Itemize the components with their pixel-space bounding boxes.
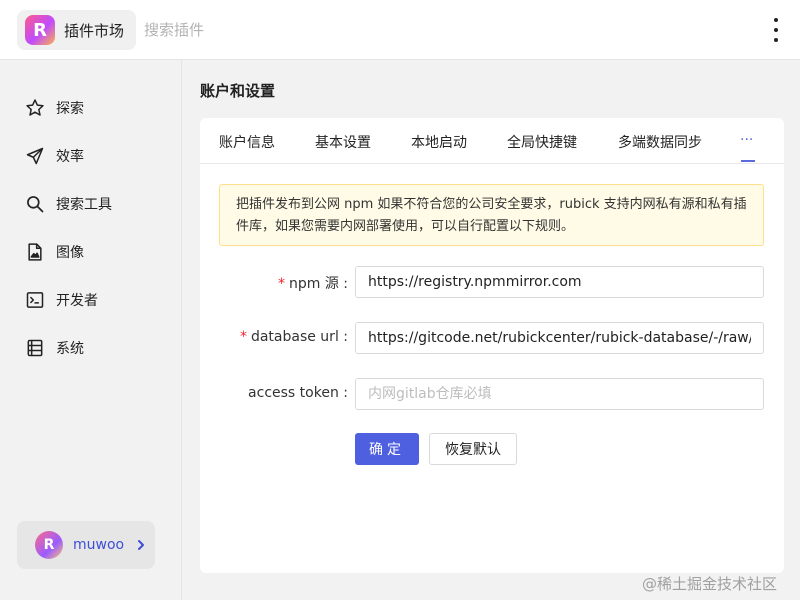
tab-more[interactable]: ··· (740, 132, 753, 148)
image-file-icon (28, 243, 42, 261)
chevron-right-icon (138, 540, 145, 550)
npm-source-label-text: npm 源 : (288, 276, 348, 292)
username: muwoo (73, 537, 125, 553)
tab-local-launch[interactable]: 本地启动 (411, 132, 467, 152)
sidebar: 探索 效率 搜索工具 图像 开发者 系统 R muwoo (0, 60, 182, 600)
npm-source-input[interactable] (355, 266, 764, 298)
system-icon (27, 339, 43, 357)
tab-multi-device-sync[interactable]: 多端数据同步 (618, 132, 702, 152)
sidebar-item-efficiency[interactable]: 效率 (25, 143, 84, 169)
send-icon (26, 147, 44, 165)
plugin-market-button[interactable]: R 插件市场 (17, 10, 136, 50)
search-icon (27, 196, 44, 213)
reset-default-button[interactable]: 恢复默认 (429, 433, 517, 465)
user-profile-button[interactable]: R muwoo (17, 521, 155, 569)
top-bar: R 插件市场 (0, 0, 800, 60)
page-title: 账户和设置 (200, 82, 276, 100)
database-url-label-text: database url : (250, 329, 348, 345)
sidebar-item-label: 效率 (56, 149, 84, 165)
npm-source-label: * npm 源 : (200, 273, 348, 293)
sidebar-item-developer[interactable]: 开发者 (25, 287, 98, 313)
access-token-label: access token : (248, 385, 348, 401)
rubick-logo-icon: R (25, 15, 55, 45)
sidebar-item-images[interactable]: 图像 (25, 239, 84, 265)
access-token-input[interactable] (355, 378, 764, 410)
sidebar-item-label: 图像 (56, 245, 84, 261)
watermark: @稀土掘金技术社区 (642, 575, 778, 593)
star-icon (26, 99, 44, 116)
sidebar-item-label: 搜索工具 (56, 197, 112, 213)
sidebar-item-label: 探索 (56, 101, 84, 117)
database-url-input[interactable] (355, 322, 764, 354)
settings-panel: 账户信息 基本设置 本地启动 全局快捷键 多端数据同步 ··· 把插件发布到公网… (200, 118, 784, 573)
sidebar-item-explore[interactable]: 探索 (25, 95, 84, 121)
plugin-search-input[interactable] (144, 16, 604, 44)
notice-alert: 把插件发布到公网 npm 如果不符合您的公司安全要求，rubick 支持内网私有… (219, 184, 764, 246)
sidebar-item-search-tools[interactable]: 搜索工具 (25, 191, 112, 217)
tab-global-shortcuts[interactable]: 全局快捷键 (507, 132, 577, 152)
avatar: R (35, 531, 63, 559)
app-window: R 插件市场 探索 效率 搜索工具 (0, 0, 800, 600)
more-menu-icon[interactable] (766, 18, 786, 42)
app-title: 插件市场 (64, 21, 125, 40)
database-url-label: * database url : (200, 329, 348, 345)
sidebar-item-label: 系统 (56, 341, 84, 357)
active-tab-indicator (741, 160, 755, 162)
required-mark: * (277, 276, 285, 292)
confirm-button[interactable]: 确定 (355, 433, 419, 465)
tab-account-info[interactable]: 账户信息 (219, 132, 275, 152)
sidebar-item-label: 开发者 (56, 293, 98, 309)
tab-basic-settings[interactable]: 基本设置 (315, 132, 371, 152)
required-mark: * (239, 329, 247, 345)
settings-tabs: 账户信息 基本设置 本地启动 全局快捷键 多端数据同步 ··· (200, 118, 784, 164)
terminal-icon (26, 292, 44, 308)
sidebar-item-system[interactable]: 系统 (25, 335, 84, 361)
